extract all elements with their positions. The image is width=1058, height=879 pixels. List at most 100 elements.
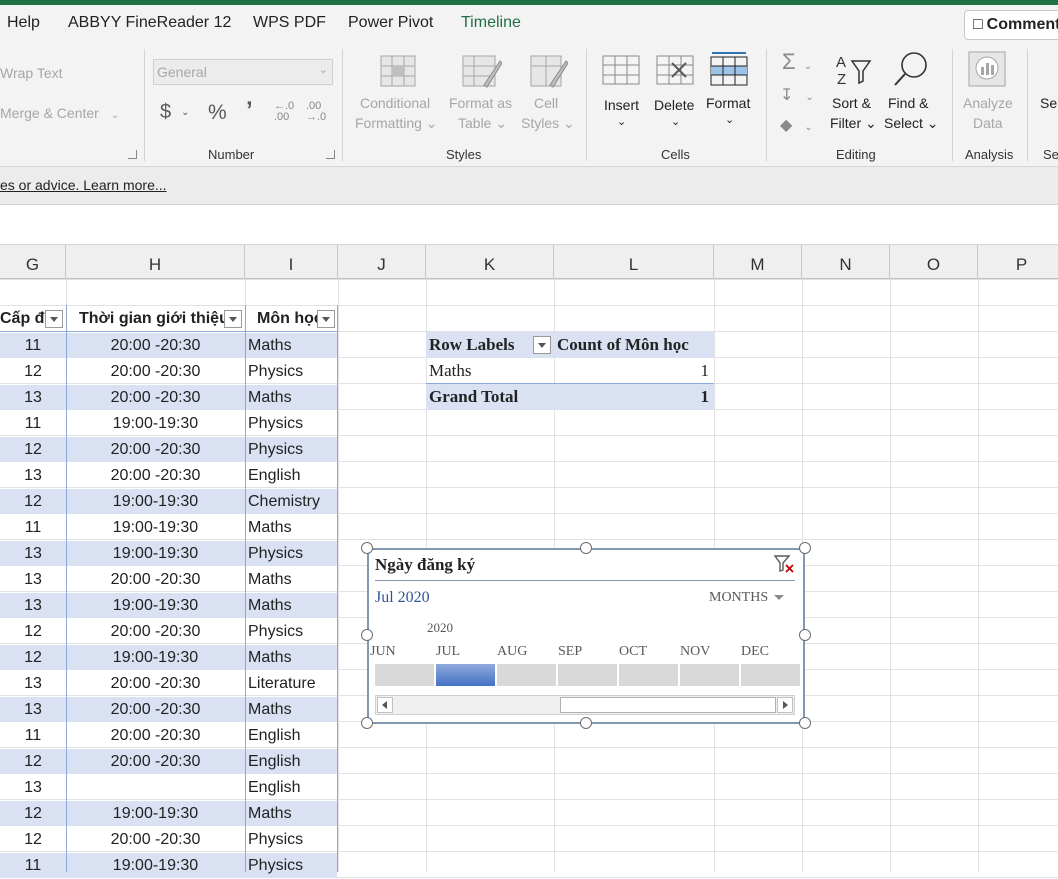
table-cell[interactable]: Literature bbox=[245, 671, 337, 697]
column-header-p[interactable]: P bbox=[978, 245, 1058, 279]
table-cell[interactable]: Physics bbox=[245, 853, 337, 879]
fill-button[interactable]: ↧ ⌄ bbox=[780, 85, 814, 105]
table-cell[interactable]: English bbox=[245, 723, 337, 749]
table-cell[interactable]: 12 bbox=[0, 801, 66, 827]
table-cell[interactable]: 20:00 -20:30 bbox=[66, 671, 245, 697]
pivot-row-label[interactable]: Maths bbox=[426, 358, 554, 384]
table-cell[interactable]: English bbox=[245, 775, 337, 801]
table-cell[interactable]: 11 bbox=[0, 723, 66, 749]
table-cell[interactable]: 11 bbox=[0, 411, 66, 437]
table-cell[interactable]: 12 bbox=[0, 749, 66, 775]
tab-wps-pdf[interactable]: WPS PDF bbox=[253, 14, 326, 32]
table-cell[interactable]: 20:00 -20:30 bbox=[66, 827, 245, 853]
table-cell[interactable]: 19:00-19:30 bbox=[66, 489, 245, 515]
table-cell[interactable]: Maths bbox=[245, 697, 337, 723]
table-cell[interactable]: 20:00 -20:30 bbox=[66, 697, 245, 723]
table-cell[interactable]: 19:00-19:30 bbox=[66, 801, 245, 827]
table-cell[interactable]: 19:00-19:30 bbox=[66, 593, 245, 619]
table-cell[interactable]: 12 bbox=[0, 359, 66, 385]
table-cell[interactable]: 19:00-19:30 bbox=[66, 853, 245, 879]
table-cell[interactable]: 20:00 -20:30 bbox=[66, 749, 245, 775]
number-format-select[interactable]: General ⌄ bbox=[153, 59, 333, 85]
timeline-month-tile[interactable] bbox=[619, 664, 678, 686]
table-cell[interactable]: 19:00-19:30 bbox=[66, 515, 245, 541]
tab-timeline[interactable]: Timeline bbox=[461, 14, 521, 32]
accounting-format-button[interactable]: $ ⌄ bbox=[160, 101, 190, 124]
table-cell[interactable]: 12 bbox=[0, 619, 66, 645]
table-cell[interactable]: 12 bbox=[0, 489, 66, 515]
filter-dropdown-button[interactable] bbox=[45, 310, 63, 328]
scroll-left-button[interactable] bbox=[377, 697, 393, 713]
resize-handle[interactable] bbox=[799, 629, 811, 641]
table-cell[interactable]: 20:00 -20:30 bbox=[66, 437, 245, 463]
table-cell[interactable]: 13 bbox=[0, 385, 66, 411]
tab-abbyy-finereader[interactable]: ABBYY FineReader 12 bbox=[68, 14, 231, 32]
table-cell[interactable]: Maths bbox=[245, 333, 337, 359]
table-cell[interactable]: 13 bbox=[0, 541, 66, 567]
autosum-button[interactable]: Σ ⌄ bbox=[782, 49, 812, 75]
column-header-h[interactable]: H bbox=[66, 245, 245, 279]
table-cell[interactable]: Physics bbox=[245, 541, 337, 567]
table-cell[interactable]: 20:00 -20:30 bbox=[66, 567, 245, 593]
column-header-j[interactable]: J bbox=[338, 245, 426, 279]
timeline-month-tile[interactable] bbox=[558, 664, 617, 686]
resize-handle[interactable] bbox=[799, 717, 811, 729]
wrap-text-button[interactable]: Wrap Text bbox=[0, 65, 63, 81]
column-header-g[interactable]: G bbox=[0, 245, 66, 279]
clear-button[interactable]: ◆ ⌄ bbox=[780, 115, 813, 135]
scroll-right-button[interactable] bbox=[777, 697, 793, 713]
column-header-o[interactable]: O bbox=[890, 245, 978, 279]
table-cell[interactable]: Maths bbox=[245, 645, 337, 671]
number-dialog-launcher[interactable] bbox=[326, 150, 335, 159]
table-cell[interactable]: Maths bbox=[245, 801, 337, 827]
table-cell[interactable]: 12 bbox=[0, 437, 66, 463]
table-cell[interactable]: 20:00 -20:30 bbox=[66, 359, 245, 385]
table-cell[interactable]: 11 bbox=[0, 333, 66, 359]
table-cell[interactable]: Physics bbox=[245, 437, 337, 463]
table-cell[interactable]: 19:00-19:30 bbox=[66, 541, 245, 567]
table-cell[interactable]: 19:00-19:30 bbox=[66, 645, 245, 671]
column-header-i[interactable]: I bbox=[245, 245, 338, 279]
column-header-l[interactable]: L bbox=[554, 245, 714, 279]
table-cell[interactable]: Maths bbox=[245, 593, 337, 619]
table-cell[interactable]: Maths bbox=[245, 515, 337, 541]
table-cell[interactable]: Chemistry bbox=[245, 489, 337, 515]
table-cell[interactable]: Physics bbox=[245, 619, 337, 645]
scrollbar-thumb[interactable] bbox=[560, 697, 776, 713]
table-cell[interactable]: 20:00 -20:30 bbox=[66, 463, 245, 489]
table-cell[interactable]: English bbox=[245, 749, 337, 775]
overflow-button-label[interactable]: Ser bbox=[1040, 95, 1058, 111]
column-header-k[interactable]: K bbox=[426, 245, 554, 279]
timeline-level-dropdown[interactable]: MONTHS bbox=[709, 590, 784, 606]
table-cell[interactable]: English bbox=[245, 463, 337, 489]
pivot-filter-dropdown-button[interactable] bbox=[533, 336, 551, 354]
timeline-month-tile[interactable] bbox=[741, 664, 800, 686]
increase-decimal-button[interactable]: ←.0 .00 bbox=[274, 101, 300, 123]
table-cell[interactable]: 13 bbox=[0, 775, 66, 801]
merge-center-button[interactable]: Merge & Center ⌄ bbox=[0, 105, 119, 121]
resize-handle[interactable] bbox=[580, 542, 592, 554]
table-cell[interactable]: 13 bbox=[0, 567, 66, 593]
filter-dropdown-button[interactable] bbox=[317, 310, 335, 328]
table-cell[interactable]: 20:00 -20:30 bbox=[66, 333, 245, 359]
filter-dropdown-button[interactable] bbox=[224, 310, 242, 328]
alignment-dialog-launcher[interactable] bbox=[128, 150, 137, 159]
timeline-month-tile[interactable] bbox=[497, 664, 556, 686]
formula-bar[interactable] bbox=[0, 205, 1058, 245]
table-cell[interactable]: 20:00 -20:30 bbox=[66, 723, 245, 749]
comma-style-button[interactable]: ʼ bbox=[246, 97, 253, 125]
resize-handle[interactable] bbox=[580, 717, 592, 729]
table-cell[interactable]: Maths bbox=[245, 567, 337, 593]
timeline-slicer[interactable]: Ngày đăng ký Jul 2020 MONTHS 2020 JUN JUL… bbox=[367, 548, 805, 724]
table-cell[interactable]: 12 bbox=[0, 827, 66, 853]
timeline-month-tile[interactable] bbox=[436, 664, 495, 686]
table-cell[interactable]: 13 bbox=[0, 593, 66, 619]
table-cell[interactable]: 20:00 -20:30 bbox=[66, 385, 245, 411]
timeline-month-tile[interactable] bbox=[375, 664, 434, 686]
tab-help[interactable]: Help bbox=[7, 14, 40, 32]
clear-filter-icon[interactable] bbox=[773, 554, 795, 574]
percent-style-button[interactable]: % bbox=[208, 101, 227, 125]
table-cell[interactable]: 11 bbox=[0, 853, 66, 879]
table-cell[interactable]: 19:00-19:30 bbox=[66, 411, 245, 437]
tab-power-pivot[interactable]: Power Pivot bbox=[348, 14, 433, 32]
